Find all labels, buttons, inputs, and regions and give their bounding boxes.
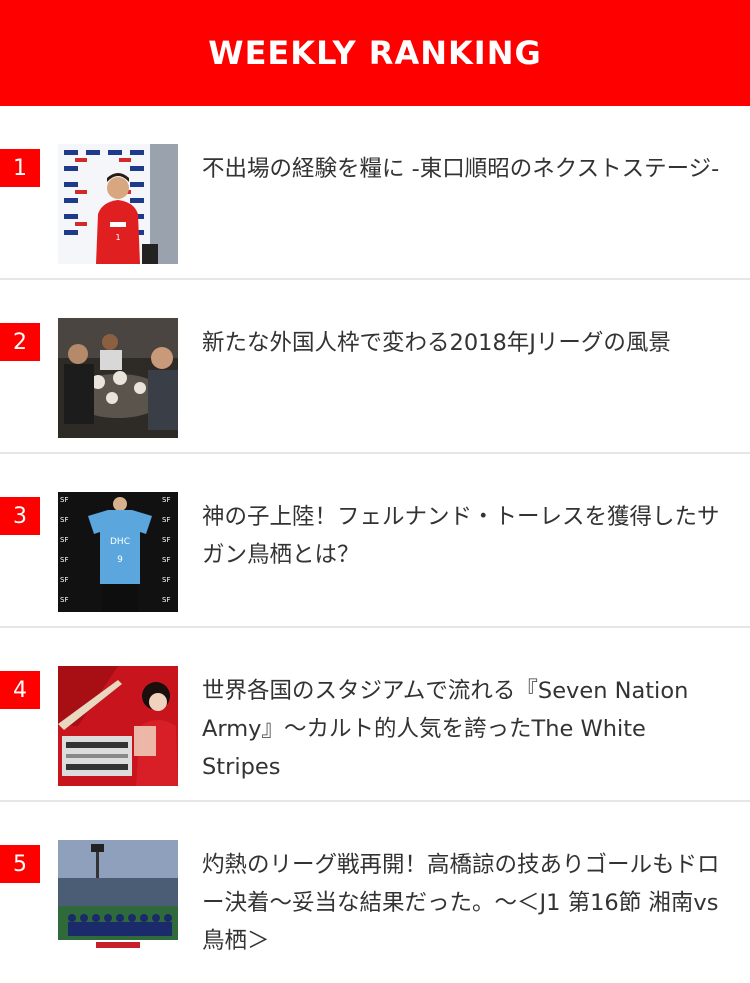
ranking-item-5[interactable]: 5 灼熱のリーグ戦再開！高橋諒の技ありゴールもドロー決着〜妥当な結果だった。〜＜… bbox=[0, 802, 750, 976]
svg-text:SF: SF bbox=[60, 536, 68, 544]
svg-text:SF: SF bbox=[162, 576, 170, 584]
ranking-item-3[interactable]: 3 SF SF SF SF SF SF SF SF SF SF SF SF DHC 9 神の子上陸！… bbox=[0, 454, 750, 628]
rank-badge: 5 bbox=[0, 845, 40, 883]
svg-text:SF: SF bbox=[162, 516, 170, 524]
article-title[interactable]: 灼熱のリーグ戦再開！高橋諒の技ありゴールもドロー決着〜妥当な結果だった。〜＜J1… bbox=[202, 846, 730, 960]
svg-text:SF: SF bbox=[162, 536, 170, 544]
rank-badge: 2 bbox=[0, 323, 40, 361]
svg-text:SF: SF bbox=[60, 556, 68, 564]
ranking-item-1[interactable]: 1 1 不出場の経験を糧に -東口順昭のネクストステージ- bbox=[0, 106, 750, 280]
svg-text:SF: SF bbox=[60, 516, 68, 524]
article-title[interactable]: 新たな外国人枠で変わる2018年Jリーグの風景 bbox=[202, 324, 730, 362]
svg-text:SF: SF bbox=[162, 496, 170, 504]
svg-text:SF: SF bbox=[60, 576, 68, 584]
svg-text:SF: SF bbox=[60, 596, 68, 604]
svg-text:9: 9 bbox=[117, 555, 123, 565]
svg-text:1: 1 bbox=[115, 233, 120, 242]
rank-badge: 3 bbox=[0, 497, 40, 535]
article-thumbnail[interactable] bbox=[58, 318, 178, 438]
article-thumbnail[interactable]: 1 bbox=[58, 144, 178, 264]
ranking-list: 1 1 不出場の経験を糧に -東口順昭のネクストステージ- 2 新たな外国人枠で… bbox=[0, 106, 750, 976]
svg-text:DHC: DHC bbox=[110, 537, 130, 547]
ranking-item-4[interactable]: 4 世界各国のスタジアムで流れる『Seven Nation Army』〜カルト的… bbox=[0, 628, 750, 802]
header-title: WEEKLY RANKING bbox=[208, 34, 542, 72]
weekly-ranking-header: WEEKLY RANKING bbox=[0, 0, 750, 106]
article-thumbnail[interactable] bbox=[58, 666, 178, 786]
article-thumbnail[interactable]: SF SF SF SF SF SF SF SF SF SF SF SF DHC 9 bbox=[58, 492, 178, 612]
rank-badge: 4 bbox=[0, 671, 40, 709]
svg-text:SF: SF bbox=[162, 556, 170, 564]
svg-text:SF: SF bbox=[60, 496, 68, 504]
ranking-item-2[interactable]: 2 新たな外国人枠で変わる2018年Jリーグの風景 bbox=[0, 280, 750, 454]
article-title[interactable]: 世界各国のスタジアムで流れる『Seven Nation Army』〜カルト的人気… bbox=[202, 672, 730, 786]
article-title[interactable]: 不出場の経験を糧に -東口順昭のネクストステージ- bbox=[202, 150, 730, 188]
article-title[interactable]: 神の子上陸！フェルナンド・トーレスを獲得したサガン鳥栖とは？ bbox=[202, 498, 730, 574]
article-thumbnail[interactable] bbox=[58, 840, 178, 960]
rank-badge: 1 bbox=[0, 149, 40, 187]
svg-text:SF: SF bbox=[162, 596, 170, 604]
